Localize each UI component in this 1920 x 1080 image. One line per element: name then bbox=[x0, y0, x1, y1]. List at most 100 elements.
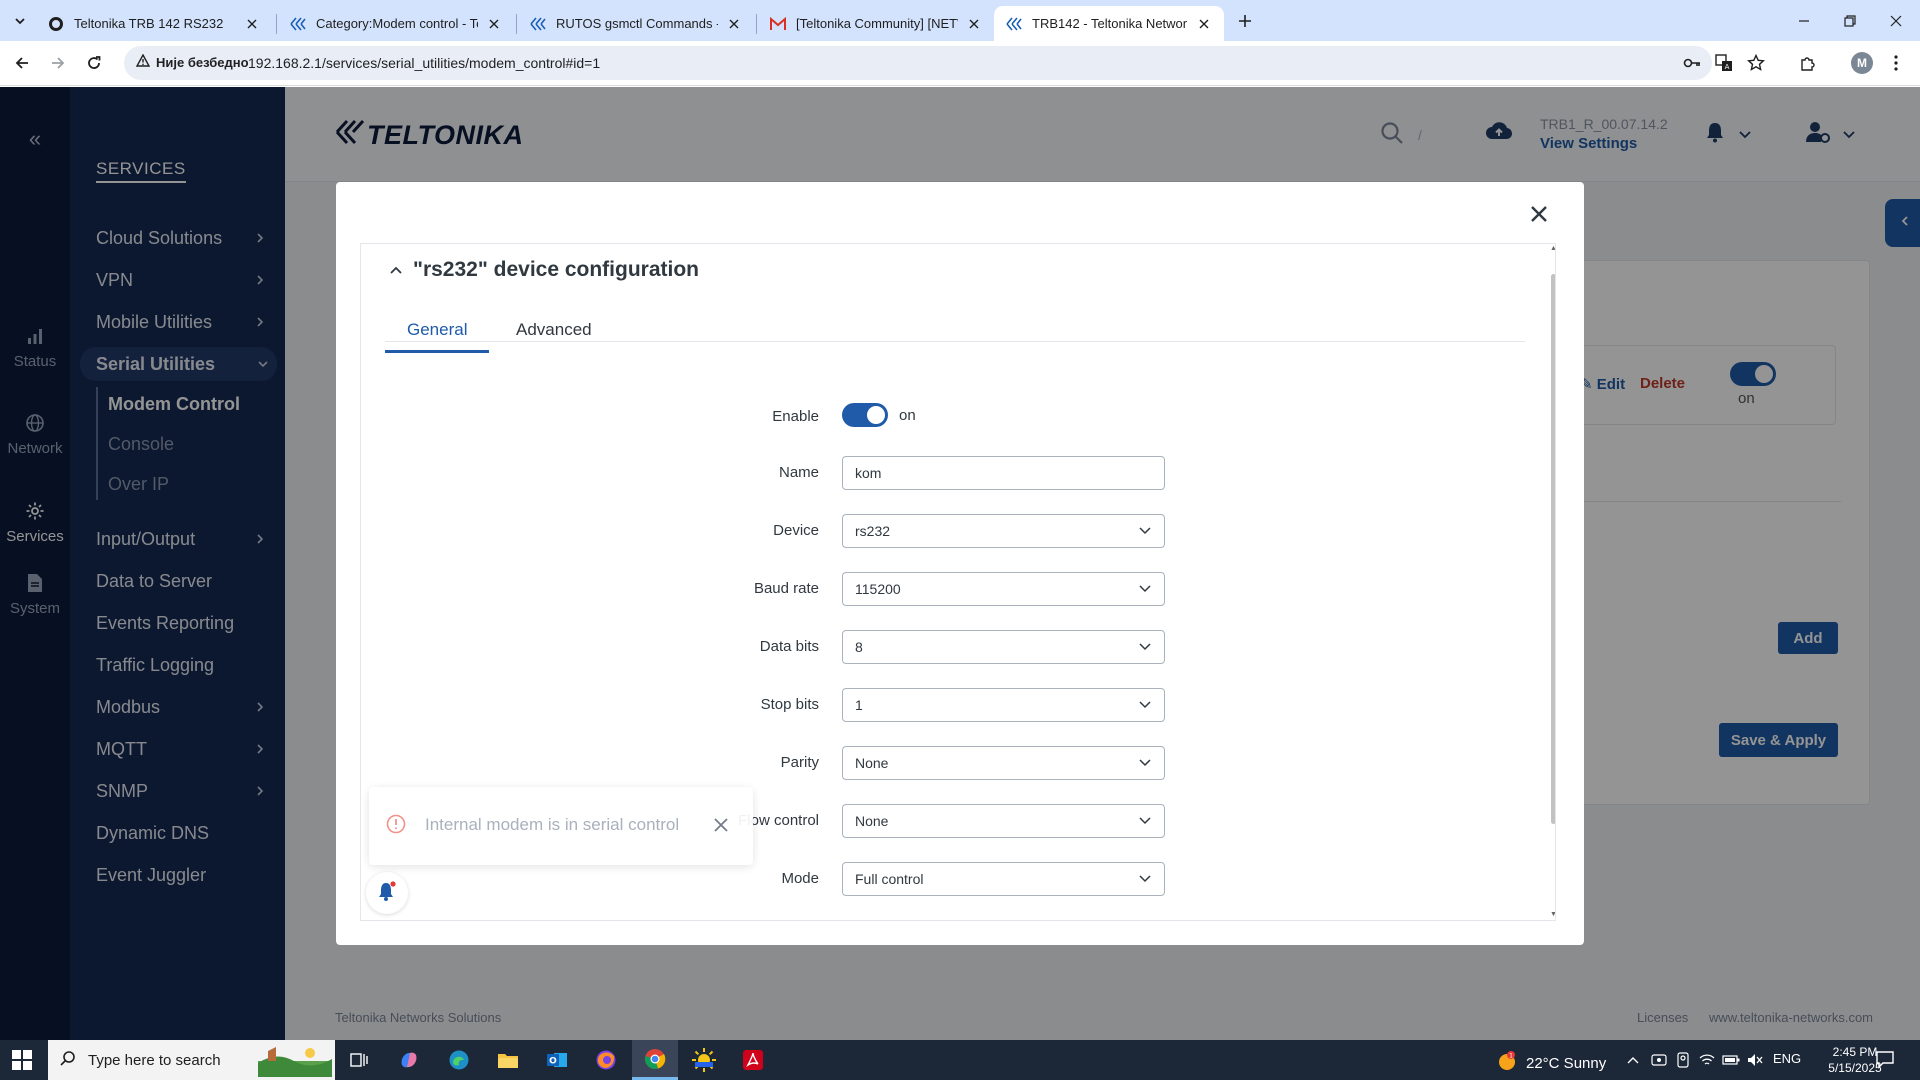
search-highlight-scene-icon[interactable] bbox=[258, 1043, 332, 1077]
browser-toolbar: Није безбедно 192.168.2.1/services/seria… bbox=[0, 41, 1920, 86]
speaker-muted-icon[interactable] bbox=[1746, 1051, 1764, 1069]
not-secure-indicator[interactable]: Није безбедно bbox=[135, 53, 249, 70]
browser-tab-active[interactable]: TRB142 - Teltonika Networks bbox=[994, 6, 1224, 41]
chrome-icon[interactable] bbox=[632, 1040, 678, 1080]
section-header[interactable]: "rs232" device configuration bbox=[389, 258, 699, 282]
chevron-down-icon bbox=[1138, 524, 1152, 538]
browser-tab[interactable]: Category:Modem control - Telto bbox=[278, 6, 514, 41]
input-language-indicator[interactable]: ENG bbox=[1773, 1051, 1801, 1066]
url-text[interactable]: 192.168.2.1/services/serial_utilities/mo… bbox=[248, 55, 600, 71]
close-tab-icon[interactable] bbox=[244, 16, 260, 32]
more-menu-icon[interactable] bbox=[1885, 52, 1907, 74]
field-label: Name bbox=[778, 464, 819, 481]
forward-arrow-icon[interactable] bbox=[44, 49, 72, 77]
web-page: « Status Network Services System SERVICE… bbox=[0, 87, 1920, 1040]
field-label: Enable bbox=[772, 408, 819, 425]
sun-app-icon[interactable] bbox=[681, 1040, 727, 1080]
device-select[interactable]: rs232 bbox=[842, 514, 1165, 548]
flow-control-select[interactable]: None bbox=[842, 804, 1165, 838]
browser-tab[interactable]: RUTOS gsmctl Commands - Telt bbox=[518, 6, 754, 41]
browser-tab-title: [Teltonika Community] [NETWO bbox=[796, 16, 958, 31]
weather-sun-icon: 1 bbox=[1496, 1050, 1518, 1076]
show-hidden-icons-chevron-icon[interactable] bbox=[1624, 1051, 1642, 1069]
windows-taskbar: Type here to search O 1 22°C Sunny ENG 2… bbox=[0, 1040, 1920, 1080]
parity-select[interactable]: None bbox=[842, 746, 1165, 780]
battery-icon[interactable] bbox=[1722, 1051, 1740, 1069]
weather-badge: 1 bbox=[1509, 1053, 1513, 1060]
extensions-puzzle-icon[interactable] bbox=[1797, 52, 1819, 74]
translate-icon[interactable]: A bbox=[1714, 53, 1734, 73]
camera-icon[interactable] bbox=[1674, 1051, 1692, 1069]
scroll-up-arrow-icon[interactable]: ▲ bbox=[1550, 245, 1555, 252]
tab-advanced[interactable]: Advanced bbox=[494, 320, 614, 353]
svg-text:O: O bbox=[549, 1057, 557, 1067]
password-key-icon[interactable] bbox=[1682, 53, 1702, 73]
firefox-icon[interactable] bbox=[583, 1040, 629, 1080]
name-input[interactable]: kom bbox=[842, 456, 1165, 490]
browser-tab-title: TRB142 - Teltonika Networks bbox=[1032, 16, 1188, 31]
baud-rate-select[interactable]: 115200 bbox=[842, 572, 1165, 606]
tab-general[interactable]: General bbox=[385, 320, 490, 353]
reload-icon[interactable] bbox=[80, 49, 108, 77]
copilot-icon[interactable] bbox=[386, 1040, 432, 1080]
windows-start-icon[interactable] bbox=[12, 1050, 34, 1072]
browser-tab[interactable]: [Teltonika Community] [NETWO bbox=[758, 6, 994, 41]
field-label: Parity bbox=[780, 754, 819, 771]
weather-widget[interactable]: 1 22°C Sunny bbox=[1496, 1050, 1606, 1076]
browser-tab[interactable]: Teltonika TRB 142 RS232 bbox=[36, 6, 272, 41]
profile-avatar[interactable]: M bbox=[1851, 52, 1873, 74]
flow-control-select-value: None bbox=[855, 813, 889, 829]
close-tab-icon[interactable] bbox=[726, 16, 742, 32]
modal-scrollbar-thumb[interactable] bbox=[1551, 274, 1555, 824]
svg-text:A: A bbox=[1725, 63, 1730, 71]
tab-search-chevron-icon[interactable] bbox=[8, 9, 32, 33]
field-baud-rate: Baud rate 115200 bbox=[361, 572, 1555, 606]
stop-bits-select[interactable]: 1 bbox=[842, 688, 1165, 722]
meet-now-icon[interactable] bbox=[1650, 1051, 1668, 1069]
field-device: Device rs232 bbox=[361, 514, 1555, 548]
close-window-icon[interactable] bbox=[1873, 0, 1919, 41]
chevron-down-icon bbox=[1138, 872, 1152, 886]
close-tab-icon[interactable] bbox=[966, 16, 982, 32]
field-label: Stop bits bbox=[760, 696, 819, 713]
browser-tab-title: Category:Modem control - Telto bbox=[316, 16, 478, 31]
toast-message: Internal modem is in serial control bbox=[425, 815, 680, 834]
enable-toggle[interactable] bbox=[842, 403, 888, 427]
chevron-down-icon bbox=[1138, 582, 1152, 596]
mode-select[interactable]: Full control bbox=[842, 862, 1165, 896]
outlook-icon[interactable]: O bbox=[534, 1040, 580, 1080]
browser-tab-title: RUTOS gsmctl Commands - Telt bbox=[556, 16, 718, 31]
chevron-down-icon bbox=[1138, 814, 1152, 828]
back-arrow-icon[interactable] bbox=[8, 49, 36, 77]
acrobat-icon[interactable] bbox=[730, 1040, 776, 1080]
address-bar[interactable]: Није безбедно 192.168.2.1/services/seria… bbox=[124, 46, 1765, 80]
notifications-bell-button[interactable] bbox=[366, 872, 408, 914]
teltonika-favicon-icon bbox=[1006, 16, 1022, 32]
field-enable: Enable on bbox=[361, 400, 1555, 434]
alert-circle-icon bbox=[386, 814, 406, 834]
new-tab-icon[interactable] bbox=[1232, 8, 1258, 34]
minimize-icon[interactable] bbox=[1781, 0, 1827, 41]
warning-triangle-icon bbox=[135, 53, 151, 70]
field-label: Device bbox=[773, 522, 819, 539]
scroll-down-arrow-icon[interactable]: ▼ bbox=[1550, 911, 1555, 918]
bell-icon bbox=[376, 880, 398, 907]
browser-tab-title: Teltonika TRB 142 RS232 bbox=[74, 16, 224, 31]
field-mode: Mode Full control bbox=[361, 862, 1555, 896]
config-tabs: General Advanced bbox=[385, 312, 1525, 353]
data-bits-select[interactable]: 8 bbox=[842, 630, 1165, 664]
restore-icon[interactable] bbox=[1827, 0, 1873, 41]
bookmark-star-icon[interactable] bbox=[1746, 53, 1766, 73]
wifi-icon[interactable] bbox=[1698, 1051, 1716, 1069]
close-icon[interactable] bbox=[711, 815, 731, 835]
close-tab-icon[interactable] bbox=[486, 16, 502, 32]
file-explorer-icon[interactable] bbox=[485, 1040, 531, 1080]
teltonika-favicon-icon bbox=[530, 16, 546, 32]
not-secure-label: Није безбедно bbox=[156, 54, 249, 70]
close-tab-icon[interactable] bbox=[1196, 16, 1212, 32]
task-view-icon[interactable] bbox=[336, 1040, 382, 1080]
browser-tab-strip: Teltonika TRB 142 RS232 Category:Modem c… bbox=[0, 0, 1920, 41]
action-center-icon[interactable] bbox=[1875, 1049, 1897, 1071]
close-icon[interactable] bbox=[1525, 200, 1553, 228]
edge-browser-icon[interactable] bbox=[436, 1040, 482, 1080]
